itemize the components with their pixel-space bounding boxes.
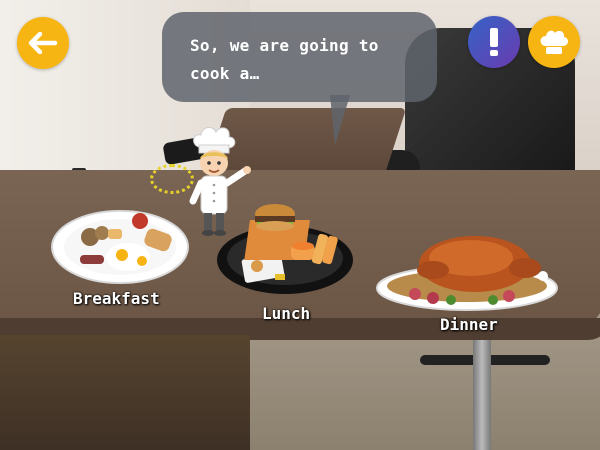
breakfast-label[interactable]: Breakfast (73, 289, 160, 308)
dinner-plate-icon (376, 236, 558, 311)
desk-front-panel (0, 335, 250, 450)
exclamation-icon (490, 28, 498, 56)
dinner-option[interactable]: Dinner (375, 228, 560, 338)
speech-bubble-line-2: cook a… (190, 64, 260, 83)
lunch-option[interactable]: Lunch (215, 198, 355, 328)
chef-hat-icon (540, 30, 569, 54)
breakfast-plate-icon (51, 210, 189, 284)
lunch-label[interactable]: Lunch (262, 304, 310, 323)
speech-bubble: So, we are going to cook a… (162, 12, 437, 102)
speech-bubble-line-1: So, we are going to (190, 36, 379, 55)
back-button[interactable] (17, 17, 69, 69)
info-button[interactable] (468, 16, 520, 68)
breakfast-option[interactable]: Breakfast (50, 205, 190, 310)
office-chair-pole (473, 340, 491, 450)
lunch-plate-icon (217, 204, 353, 294)
dinner-label[interactable]: Dinner (440, 315, 498, 334)
arrow-left-icon (28, 32, 58, 54)
chef-button[interactable] (528, 16, 580, 68)
